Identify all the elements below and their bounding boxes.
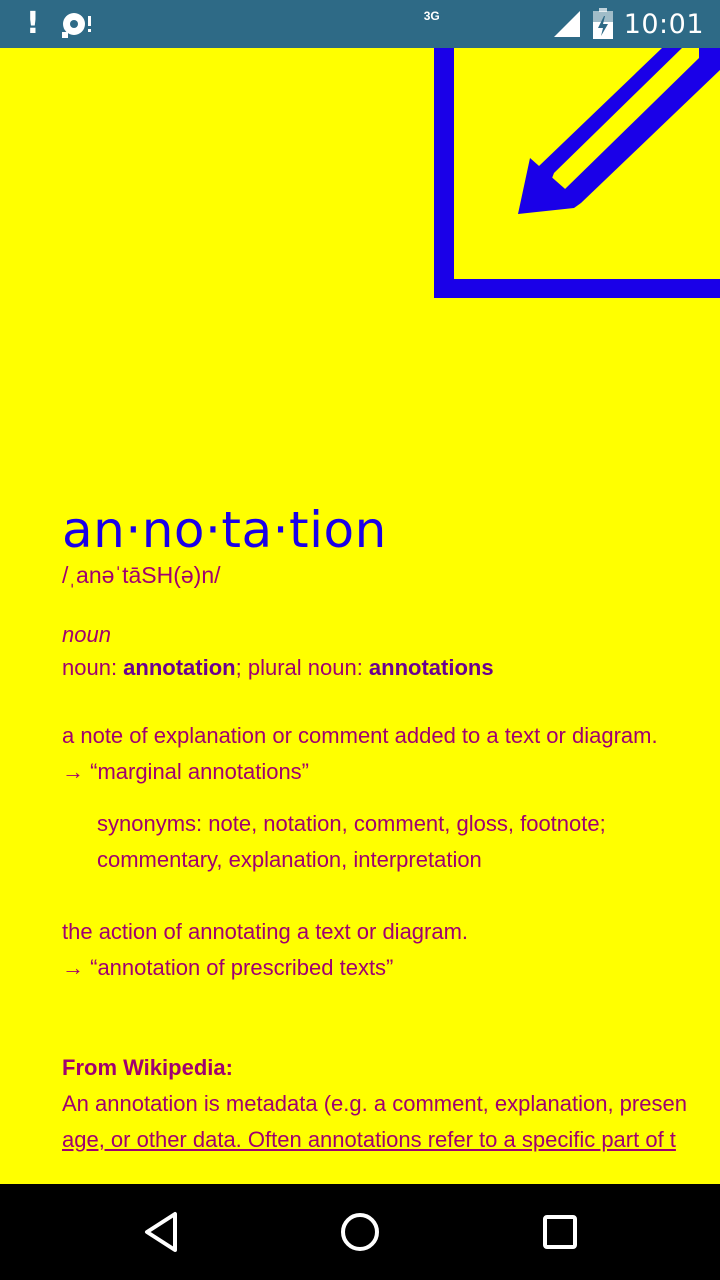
recents-button[interactable] <box>536 1208 584 1256</box>
network-type: 3G <box>423 9 440 23</box>
edit-pencil-icon <box>434 48 720 298</box>
back-button[interactable] <box>137 1208 185 1256</box>
dictionary-entry: an·no·ta·tion /ˌanəˈtāSH(ə)n/ noun noun:… <box>62 500 720 1158</box>
example-1: → “marginal annotations” <box>62 759 310 784</box>
home-button[interactable] <box>336 1208 384 1256</box>
synonyms-line-1: synonyms: note, notation, comment, gloss… <box>97 811 606 836</box>
status-left: ! <box>26 8 94 40</box>
navigation-bar <box>0 1184 720 1280</box>
synonyms: synonyms: note, notation, comment, gloss… <box>97 806 720 878</box>
headword: an·no·ta·tion <box>62 501 387 559</box>
status-right: 3G 10:01 <box>424 0 704 48</box>
singular-form: annotation <box>123 655 236 680</box>
back-icon <box>145 1212 177 1252</box>
screen: ! 3G 10:01 an·no·ta·tion /ˌanəˈtāSH(ə)n/… <box>0 0 720 1280</box>
clock: 10:01 <box>623 8 704 40</box>
wikipedia-text-line-2[interactable]: age, or other data. Often annotations re… <box>62 1122 720 1158</box>
recents-icon <box>543 1215 577 1249</box>
definition-1: a note of explanation or comment added t… <box>62 723 658 748</box>
content-area: an·no·ta·tion /ˌanəˈtāSH(ə)n/ noun noun:… <box>0 48 720 1184</box>
noun-label: noun: <box>62 655 124 680</box>
status-bar: ! 3G 10:01 <box>0 0 720 48</box>
plural-label: ; plural noun: <box>235 655 369 680</box>
pronunciation: /ˌanəˈtāSH(ə)n/ <box>62 562 221 588</box>
part-of-speech: noun <box>62 622 111 647</box>
word-forms: noun: annotation; plural noun: annotatio… <box>62 650 720 686</box>
home-icon <box>341 1213 379 1251</box>
sync-icon <box>61 13 91 38</box>
signal-icon <box>553 11 580 37</box>
battery-icon <box>592 8 613 39</box>
synonyms-line-2: commentary, explanation, interpretation <box>97 847 482 872</box>
alert-icon: ! <box>26 6 40 41</box>
plural-form: annotations <box>368 655 494 680</box>
wikipedia-text-line-1[interactable]: An annotation is metadata (e.g. a commen… <box>62 1086 720 1122</box>
example-2: → “annotation of prescribed texts” <box>62 955 394 980</box>
wikipedia-label: From Wikipedia: <box>62 1055 233 1080</box>
definition-2: the action of annotating a text or diagr… <box>62 919 469 944</box>
